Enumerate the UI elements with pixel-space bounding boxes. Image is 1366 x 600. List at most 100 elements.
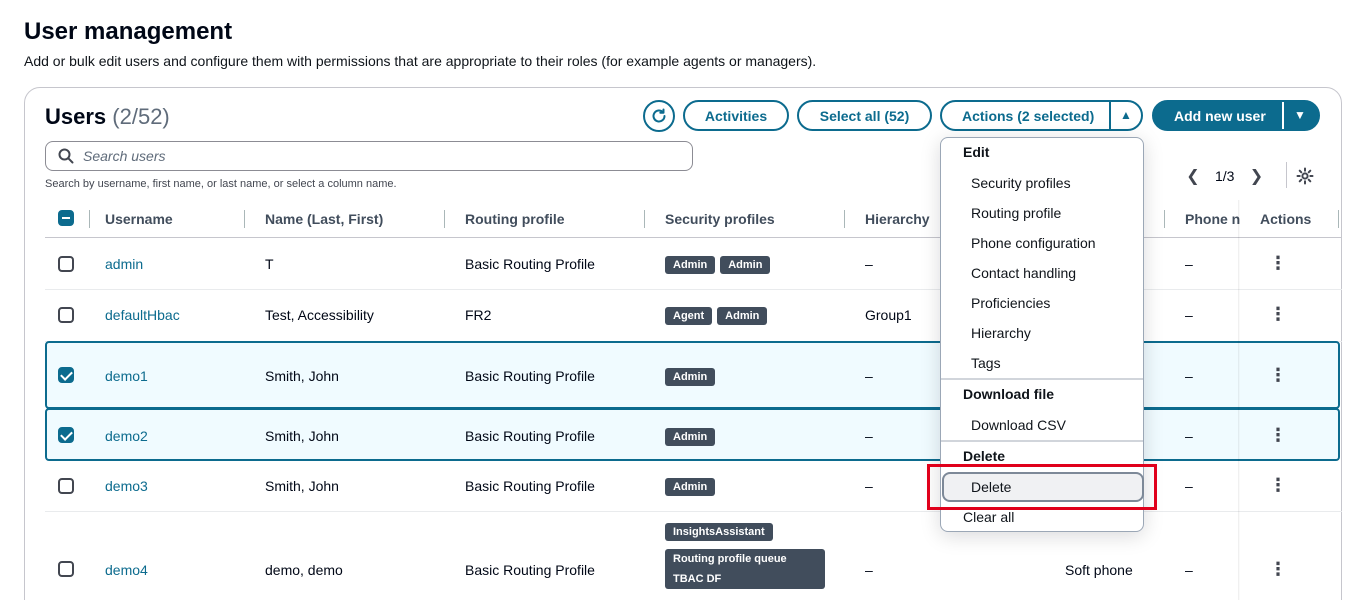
menu-group-edit: Edit [963, 144, 990, 160]
menu-item-clear-all[interactable]: Clear all [963, 509, 1014, 525]
menu-item-proficiencies[interactable]: Proficiencies [971, 295, 1050, 311]
users-title: Users [45, 104, 107, 129]
page-title: User management [24, 18, 233, 45]
caret-up-icon[interactable]: ▲ [1120, 108, 1132, 122]
page-description: Add or bulk edit users and configure the… [24, 53, 817, 69]
page-number: 1/3 [1215, 168, 1235, 184]
gear-icon[interactable] [1296, 167, 1314, 185]
security-profiles: Admin [665, 477, 720, 496]
users-heading: Users (2/52) [45, 104, 170, 130]
row-checkbox[interactable] [58, 478, 74, 494]
security-badge: Admin [665, 368, 716, 386]
hierarchy: – [865, 478, 873, 494]
phone: – [1185, 307, 1193, 323]
column-routing-profile[interactable]: Routing profile [465, 211, 565, 227]
column-username[interactable]: Username [105, 211, 173, 227]
security-profiles: Admin [665, 427, 720, 446]
phone: – [1185, 478, 1193, 494]
menu-item-contact-handling[interactable]: Contact handling [971, 265, 1076, 281]
routing-profile: Basic Routing Profile [465, 478, 595, 494]
phone: – [1185, 368, 1193, 384]
user-name: T [265, 256, 274, 272]
row-checkbox[interactable] [58, 367, 74, 383]
hierarchy: – [865, 428, 873, 444]
row-checkbox[interactable] [58, 427, 74, 443]
search-box[interactable] [45, 141, 693, 171]
column-phone[interactable]: Phone n [1185, 211, 1240, 227]
activities-button[interactable]: Activities [683, 100, 789, 131]
chevron-right-icon[interactable]: ❯ [1246, 166, 1266, 186]
phone: – [1185, 256, 1193, 272]
menu-item-download-csv[interactable]: Download CSV [971, 417, 1066, 433]
table-row[interactable]: admin T Basic Routing Profile Admin Admin… [45, 238, 1342, 290]
security-badge: InsightsAssistant [665, 523, 773, 541]
select-all-button[interactable]: Select all (52) [797, 100, 932, 131]
phone: – [1185, 428, 1193, 444]
username-link[interactable]: defaultHbac [105, 307, 180, 323]
menu-group-delete: Delete [963, 448, 1006, 464]
hierarchy: – [865, 368, 873, 384]
menu-item-phone-configuration[interactable]: Phone configuration [971, 235, 1096, 251]
column-security-profiles[interactable]: Security profiles [665, 211, 775, 227]
security-badge: Routing profile queue TBAC DF [665, 549, 825, 589]
more-actions-icon[interactable]: ⋮ [1269, 476, 1287, 494]
menu-item-security-profiles[interactable]: Security profiles [971, 175, 1071, 191]
username-link[interactable]: demo2 [105, 428, 148, 444]
more-actions-icon[interactable]: ⋮ [1269, 560, 1287, 578]
username-link[interactable]: demo1 [105, 368, 148, 384]
security-profiles: InsightsAssistant Routing profile queue … [665, 522, 835, 589]
user-name: Smith, John [265, 368, 339, 384]
user-name: demo, demo [265, 562, 343, 578]
column-hierarchy[interactable]: Hierarchy [865, 211, 930, 227]
username-link[interactable]: demo4 [105, 562, 148, 578]
more-actions-icon[interactable]: ⋮ [1269, 366, 1287, 384]
menu-item-hierarchy[interactable]: Hierarchy [971, 325, 1031, 341]
pagination: ❮ 1/3 ❯ [1183, 165, 1266, 187]
security-profiles: Agent Admin [665, 306, 772, 325]
more-actions-icon[interactable]: ⋮ [1269, 254, 1287, 272]
more-actions-icon[interactable]: ⋮ [1269, 426, 1287, 444]
add-new-user-button[interactable]: Add new user ▼ [1152, 100, 1320, 131]
security-profiles: Admin Admin [665, 255, 775, 274]
phone: – [1185, 562, 1193, 578]
security-badge: Agent [665, 307, 713, 325]
menu-item-tags[interactable]: Tags [971, 355, 1001, 371]
user-name: Smith, John [265, 478, 339, 494]
hierarchy: – [865, 256, 873, 272]
security-badge: Admin [665, 428, 716, 446]
routing-profile: Basic Routing Profile [465, 562, 595, 578]
menu-group-download: Download file [963, 386, 1054, 402]
highlight-outline [927, 464, 1157, 510]
search-input[interactable] [83, 148, 663, 164]
column-name[interactable]: Name (Last, First) [265, 211, 383, 227]
row-checkbox[interactable] [58, 561, 74, 577]
username-link[interactable]: demo3 [105, 478, 148, 494]
actions-label: Actions (2 selected) [962, 107, 1095, 124]
table-row[interactable]: demo2 Smith, John Basic Routing Profile … [45, 408, 1340, 461]
security-badge: Admin [665, 256, 716, 274]
row-checkbox[interactable] [58, 256, 74, 272]
select-all-checkbox[interactable] [58, 210, 74, 226]
security-badge: Admin [717, 307, 768, 325]
row-checkbox[interactable] [58, 307, 74, 323]
hierarchy: – [865, 562, 873, 578]
user-name: Test, Accessibility [265, 307, 374, 323]
more-actions-icon[interactable]: ⋮ [1269, 305, 1287, 323]
menu-item-routing-profile[interactable]: Routing profile [971, 205, 1061, 221]
routing-profile: Basic Routing Profile [465, 368, 595, 384]
actions-button[interactable]: Actions (2 selected) ▲ [940, 100, 1143, 131]
username-link[interactable]: admin [105, 256, 143, 272]
caret-down-icon[interactable]: ▼ [1294, 108, 1306, 122]
table-header: Username Name (Last, First) Routing prof… [45, 200, 1342, 238]
table-row[interactable]: defaultHbac Test, Accessibility FR2 Agen… [45, 290, 1342, 342]
security-badge: Admin [720, 256, 771, 274]
users-count: (2/52) [112, 104, 170, 129]
security-badge: Admin [665, 478, 716, 496]
column-actions: Actions [1260, 211, 1312, 227]
add-new-user-label: Add new user [1174, 107, 1266, 124]
routing-profile: Basic Routing Profile [465, 256, 595, 272]
chevron-left-icon[interactable]: ❮ [1183, 166, 1203, 186]
table-row[interactable]: demo4 demo, demo Basic Routing Profile I… [45, 512, 1342, 600]
table-row[interactable]: demo1 Smith, John Basic Routing Profile … [45, 341, 1340, 409]
refresh-button[interactable] [643, 100, 675, 132]
